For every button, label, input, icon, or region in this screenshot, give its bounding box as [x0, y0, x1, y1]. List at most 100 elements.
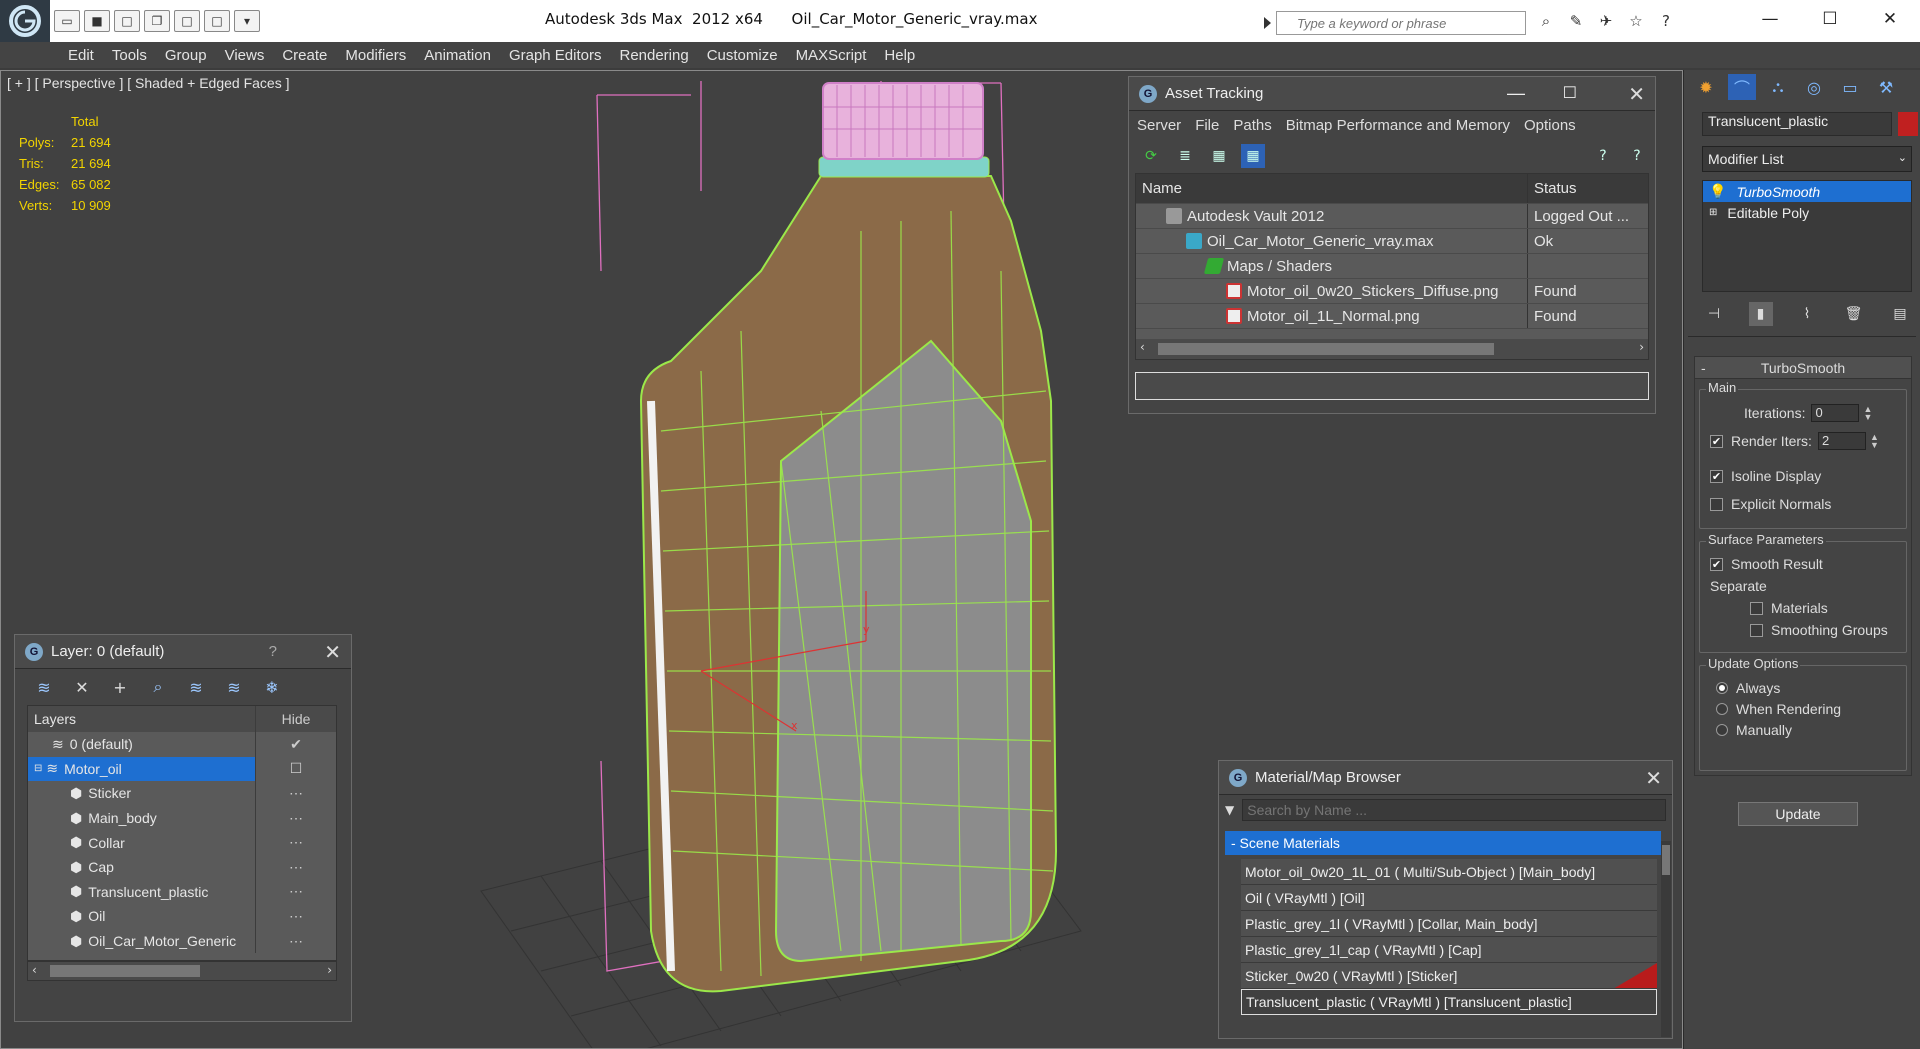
thumbnail-view-icon[interactable]: ▦	[1207, 144, 1231, 168]
collapse-icon[interactable]: ⊟	[34, 763, 42, 774]
motion-tab-icon[interactable]: ◎	[1800, 74, 1828, 100]
menu-paths[interactable]: Paths	[1233, 117, 1271, 134]
hierarchy-tab-icon[interactable]: ⛬	[1764, 74, 1792, 100]
save-file-icon[interactable]: ■	[84, 10, 110, 32]
material-search-input[interactable]	[1242, 799, 1667, 821]
manually-radio[interactable]	[1716, 724, 1728, 736]
show-end-result-icon[interactable]: ▮	[1748, 302, 1773, 326]
help-icon[interactable]: ?	[269, 643, 277, 660]
column-layers[interactable]: Layers	[28, 706, 256, 732]
material-item[interactable]: Plastic_grey_1l ( VRayMtl ) [Collar, Mai…	[1241, 911, 1657, 937]
search-expand-icon[interactable]	[1264, 17, 1271, 29]
hide-toggle-icon[interactable]: ⋯	[256, 859, 336, 876]
material-browser-titlebar[interactable]: G Material/Map Browser ✕	[1219, 761, 1672, 795]
table-row[interactable]: Maps / Shaders	[1136, 254, 1648, 279]
menu-tools[interactable]: Tools	[112, 47, 147, 64]
menu-group[interactable]: Group	[165, 47, 207, 64]
favorites-star-icon[interactable]: ☆	[1625, 10, 1647, 32]
menu-customize[interactable]: Customize	[707, 47, 778, 64]
subscription-icon[interactable]: ✈	[1595, 10, 1617, 32]
render-iters-checkbox[interactable]: ✔	[1710, 434, 1723, 448]
stack-item-editable-poly[interactable]: ⊞ Editable Poly	[1703, 202, 1911, 223]
material-item[interactable]: Motor_oil_0w20_1L_01 ( Multi/Sub-Object …	[1241, 859, 1657, 885]
maximize-icon[interactable]: ☐	[1800, 4, 1860, 34]
open-file-icon[interactable]: ▭	[54, 10, 80, 32]
menu-options[interactable]: Options	[1524, 117, 1576, 134]
column-name[interactable]: Name	[1136, 174, 1528, 203]
scrollbar-thumb[interactable]	[1158, 343, 1494, 355]
display-tab-icon[interactable]: ▭	[1836, 74, 1864, 100]
collapse-icon[interactable]: -	[1701, 360, 1706, 376]
object-color-swatch[interactable]	[1898, 112, 1918, 136]
hide-toggle-icon[interactable]: ⋯	[256, 908, 336, 925]
minimize-icon[interactable]: —	[1740, 4, 1800, 34]
material-item[interactable]: Plastic_grey_1l_cap ( VRayMtl ) [Cap]	[1241, 937, 1657, 963]
horizontal-scrollbar[interactable]: ‹ ›	[27, 961, 337, 981]
refresh-icon[interactable]: ⟳	[1139, 144, 1163, 168]
menu-server[interactable]: Server	[1137, 117, 1181, 134]
hide-toggle-icon[interactable]: ⋯	[256, 834, 336, 851]
maximize-icon[interactable]: ☐	[1563, 83, 1577, 103]
iterations-spinner[interactable]: 0	[1811, 404, 1860, 422]
close-icon[interactable]: ✕	[1645, 766, 1662, 791]
material-item[interactable]: Sticker_0w20 ( VRayMtl ) [Sticker]	[1241, 963, 1657, 989]
layer-row[interactable]: ⬢ Sticker ⋯	[28, 781, 336, 806]
options-dropdown-icon[interactable]: ▼	[1225, 803, 1234, 817]
menu-bitmap-performance[interactable]: Bitmap Performance and Memory	[1286, 117, 1510, 134]
dropdown-icon[interactable]: ▾	[234, 10, 260, 32]
menu-rendering[interactable]: Rendering	[619, 47, 688, 64]
pin-stack-icon[interactable]: ⊣	[1702, 302, 1726, 326]
hide-toggle-icon[interactable]: ⋯	[256, 933, 336, 950]
vertical-scrollbar[interactable]	[1661, 841, 1671, 1037]
menu-modifiers[interactable]: Modifiers	[345, 47, 406, 64]
lightbulb-icon[interactable]: 💡	[1709, 183, 1726, 200]
delete-layer-icon[interactable]: ✕	[71, 676, 93, 698]
make-unique-icon[interactable]: ⌇	[1795, 302, 1819, 326]
modify-tab-icon[interactable]: ⌒	[1728, 74, 1756, 100]
hide-all-icon[interactable]: ≋	[223, 676, 245, 698]
menu-file[interactable]: File	[1195, 117, 1219, 134]
layer-row[interactable]: ≋ 0 (default) ✔	[28, 732, 336, 757]
hide-toggle-icon[interactable]: ⋯	[256, 810, 336, 827]
menu-views[interactable]: Views	[225, 47, 265, 64]
scrollbar-thumb[interactable]	[1662, 845, 1670, 875]
table-row[interactable]: Oil_Car_Motor_Generic_vray.max Ok	[1136, 229, 1648, 254]
configure-sets-icon[interactable]: ▤	[1888, 302, 1912, 326]
table-row[interactable]: Autodesk Vault 2012 Logged Out ...	[1136, 204, 1648, 229]
scroll-right-icon[interactable]: ›	[1639, 340, 1644, 354]
scene-materials-group[interactable]: - Scene Materials	[1225, 831, 1661, 855]
layer-row[interactable]: ⬢ Main_body ⋯	[28, 805, 336, 831]
menu-edit[interactable]: Edit	[68, 47, 94, 64]
current-layer-check-icon[interactable]: ✔	[256, 736, 336, 753]
close-icon[interactable]: ✕	[1628, 82, 1645, 107]
layer-row[interactable]: ⬢ Cap ⋯	[28, 854, 336, 880]
materials-checkbox[interactable]	[1750, 601, 1763, 615]
help-icon[interactable]: ?	[1591, 144, 1615, 168]
scroll-left-icon[interactable]: ‹	[32, 963, 37, 977]
layer-row[interactable]: ⊟ ≋ Motor_oil ☐	[28, 756, 336, 782]
hide-toggle-icon[interactable]: ☐	[256, 760, 336, 777]
horizontal-scrollbar[interactable]: ‹ ›	[1136, 339, 1648, 359]
column-status[interactable]: Status	[1528, 180, 1640, 197]
expand-icon[interactable]: ⊞	[1709, 207, 1717, 218]
help-icon[interactable]: ?	[1655, 10, 1677, 32]
scroll-left-icon[interactable]: ‹	[1140, 340, 1145, 354]
fetch-icon[interactable]: □	[174, 10, 200, 32]
scrollbar-thumb[interactable]	[50, 965, 200, 977]
asset-path-field[interactable]	[1135, 372, 1649, 400]
binoculars-icon[interactable]: ⌕	[1535, 10, 1557, 32]
layer-manager-titlebar[interactable]: G Layer: 0 (default) ? ✕	[15, 635, 351, 669]
infocenter-search[interactable]	[1276, 11, 1526, 35]
column-hide[interactable]: Hide	[256, 711, 336, 727]
table-row[interactable]: Motor_oil_0w20_Stickers_Diffuse.png Foun…	[1136, 279, 1648, 304]
create-tab-icon[interactable]: ✹	[1692, 74, 1720, 100]
spinner-arrows-icon[interactable]: ▲ ▼	[1870, 433, 1879, 450]
always-radio[interactable]	[1716, 682, 1728, 694]
layer-row[interactable]: ⬢ Oil_Car_Motor_Generic ⋯	[28, 928, 336, 954]
table-view-icon[interactable]: ▦	[1241, 144, 1265, 168]
menu-maxscript[interactable]: MAXScript	[796, 47, 867, 64]
isoline-checkbox[interactable]: ✔	[1710, 469, 1723, 483]
render-iters-spinner[interactable]: 2	[1817, 432, 1866, 450]
highlight-layer-icon[interactable]: ≋	[185, 676, 207, 698]
app-logo-icon[interactable]	[0, 0, 50, 42]
